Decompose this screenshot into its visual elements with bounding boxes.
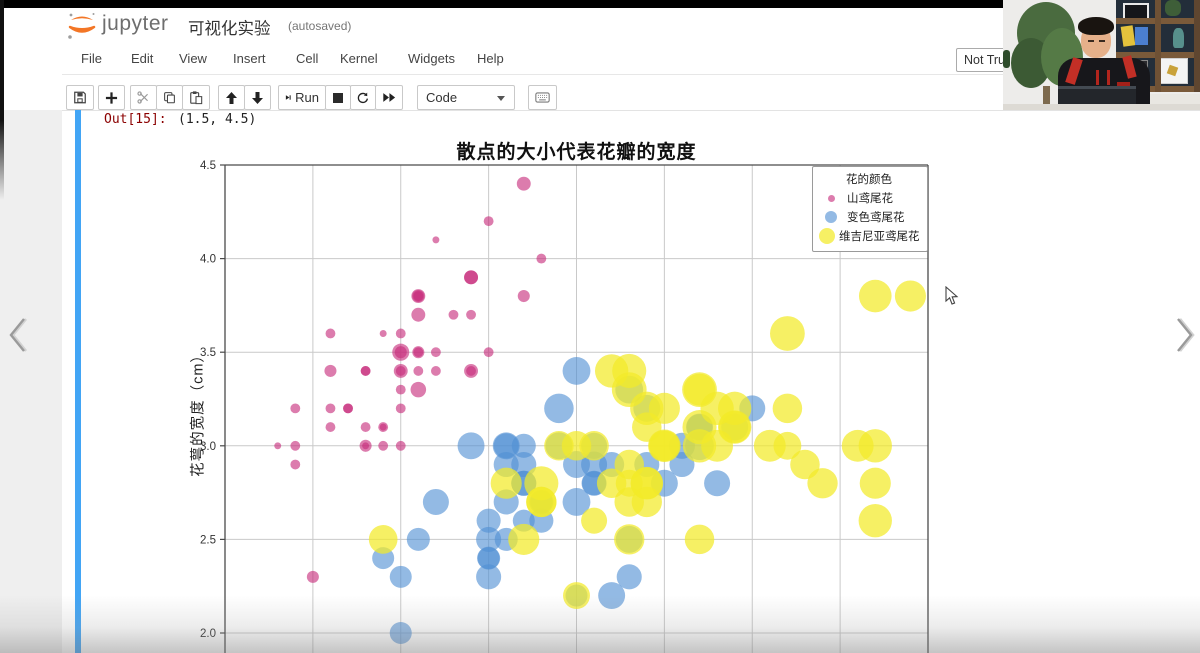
restart-kernel-button[interactable] [350, 85, 376, 110]
save-icon [73, 90, 87, 105]
webcam-overlay [1003, 0, 1200, 110]
webcam-shelf-divider [1155, 0, 1161, 92]
menu-edit[interactable]: Edit [131, 51, 153, 66]
command-palette-button[interactable] [528, 85, 557, 110]
paste-icon [189, 90, 203, 105]
cut-cell-button[interactable] [130, 85, 157, 110]
webcam-shelf-plant [1165, 0, 1181, 16]
cut-icon [137, 90, 150, 105]
keyboard-icon [535, 91, 550, 104]
autosave-status: (autosaved) [288, 19, 351, 33]
fast-forward-icon [382, 91, 396, 104]
webcam-hood-drawstring [1107, 70, 1110, 85]
add-cell-button[interactable] [98, 85, 125, 110]
webcam-shelf-divider [1194, 0, 1200, 92]
virginica-marker-icon [819, 228, 835, 244]
move-cell-down-button[interactable] [244, 85, 271, 110]
webcam-card [1135, 27, 1148, 45]
webcam-person-eye [1099, 40, 1105, 42]
webcam-person-hair [1078, 17, 1114, 35]
notebook-left-gutter [0, 110, 62, 653]
output-prompt: Out[15]: [104, 112, 167, 127]
interrupt-kernel-button[interactable] [325, 85, 351, 110]
webcam-vase [1173, 28, 1184, 48]
setosa-marker-icon [828, 195, 835, 202]
selected-cell-indicator[interactable] [75, 110, 81, 653]
jupyter-logo-icon[interactable] [66, 11, 98, 41]
move-up-icon [225, 91, 238, 105]
legend-title: 花的颜色 [819, 171, 919, 187]
menu-file[interactable]: File [81, 51, 102, 66]
svg-text:2.5: 2.5 [200, 534, 216, 546]
move-down-icon [251, 91, 264, 105]
step-forward-icon [285, 91, 291, 104]
jupyter-notebook-window: jupyter 可视化实验 (autosaved) File Edit View… [0, 0, 1200, 653]
restart-kernel-icon [357, 90, 369, 105]
carousel-prev-button[interactable] [5, 314, 29, 356]
menu-kernel[interactable]: Kernel [340, 51, 378, 66]
menu-cell[interactable]: Cell [296, 51, 318, 66]
webcam-card [1121, 25, 1136, 46]
webcam-picture-frame [1158, 58, 1188, 84]
mouse-cursor-icon [945, 286, 959, 306]
legend-item-virginica: 维吉尼亚鸢尾花 [819, 228, 919, 244]
matplotlib-figure: 4.54.03.53.02.52.0 散点的大小代表花瓣的宽度 花萼的宽度（cm… [180, 135, 950, 653]
menu-widgets[interactable]: Widgets [408, 51, 455, 66]
chart-legend: 花的颜色 山鸢尾花 变色鸢尾花 维吉尼亚鸢尾花 [812, 166, 928, 252]
webcam-laptop-edge [1058, 86, 1136, 89]
copy-icon [163, 90, 176, 105]
versicolor-marker-icon [825, 211, 837, 223]
output-value: (1.5, 4.5) [178, 112, 256, 127]
cell-type-dropdown[interactable]: Code [417, 85, 515, 110]
legend-item-versicolor: 变色鸢尾花 [819, 209, 919, 225]
paste-cells-button[interactable] [182, 85, 210, 110]
webcam-person-eye [1088, 40, 1094, 42]
notebook-title[interactable]: 可视化实验 [188, 15, 271, 39]
chart-title: 散点的大小代表花瓣的宽度 [225, 137, 928, 164]
svg-text:2.0: 2.0 [200, 628, 216, 640]
cell-type-value: Code [426, 90, 457, 105]
carousel-next-button[interactable] [1173, 314, 1197, 356]
menu-insert[interactable]: Insert [233, 51, 266, 66]
run-cell-button[interactable]: Run [278, 85, 326, 110]
stop-icon [332, 92, 344, 104]
run-label: Run [295, 90, 319, 105]
jupyter-brand[interactable]: jupyter [102, 12, 169, 36]
webcam-hood-drawstring [1096, 70, 1099, 85]
svg-text:4.0: 4.0 [200, 254, 216, 266]
save-button[interactable] [66, 85, 94, 110]
y-axis-label: 花萼的宽度（cm） [187, 347, 208, 477]
menu-help[interactable]: Help [477, 51, 504, 66]
svg-text:4.5: 4.5 [200, 160, 216, 172]
webcam-frame-art [1167, 65, 1179, 77]
move-cell-up-button[interactable] [218, 85, 245, 110]
webcam-small-plant [1003, 50, 1010, 68]
menu-view[interactable]: View [179, 51, 207, 66]
restart-run-all-button[interactable] [375, 85, 403, 110]
add-cell-icon [105, 91, 118, 105]
webcam-desk-edge [1003, 104, 1200, 110]
video-left-edge [0, 0, 4, 200]
dropdown-caret-icon [497, 96, 505, 101]
legend-item-setosa: 山鸢尾花 [819, 190, 919, 206]
copy-cells-button[interactable] [156, 85, 183, 110]
